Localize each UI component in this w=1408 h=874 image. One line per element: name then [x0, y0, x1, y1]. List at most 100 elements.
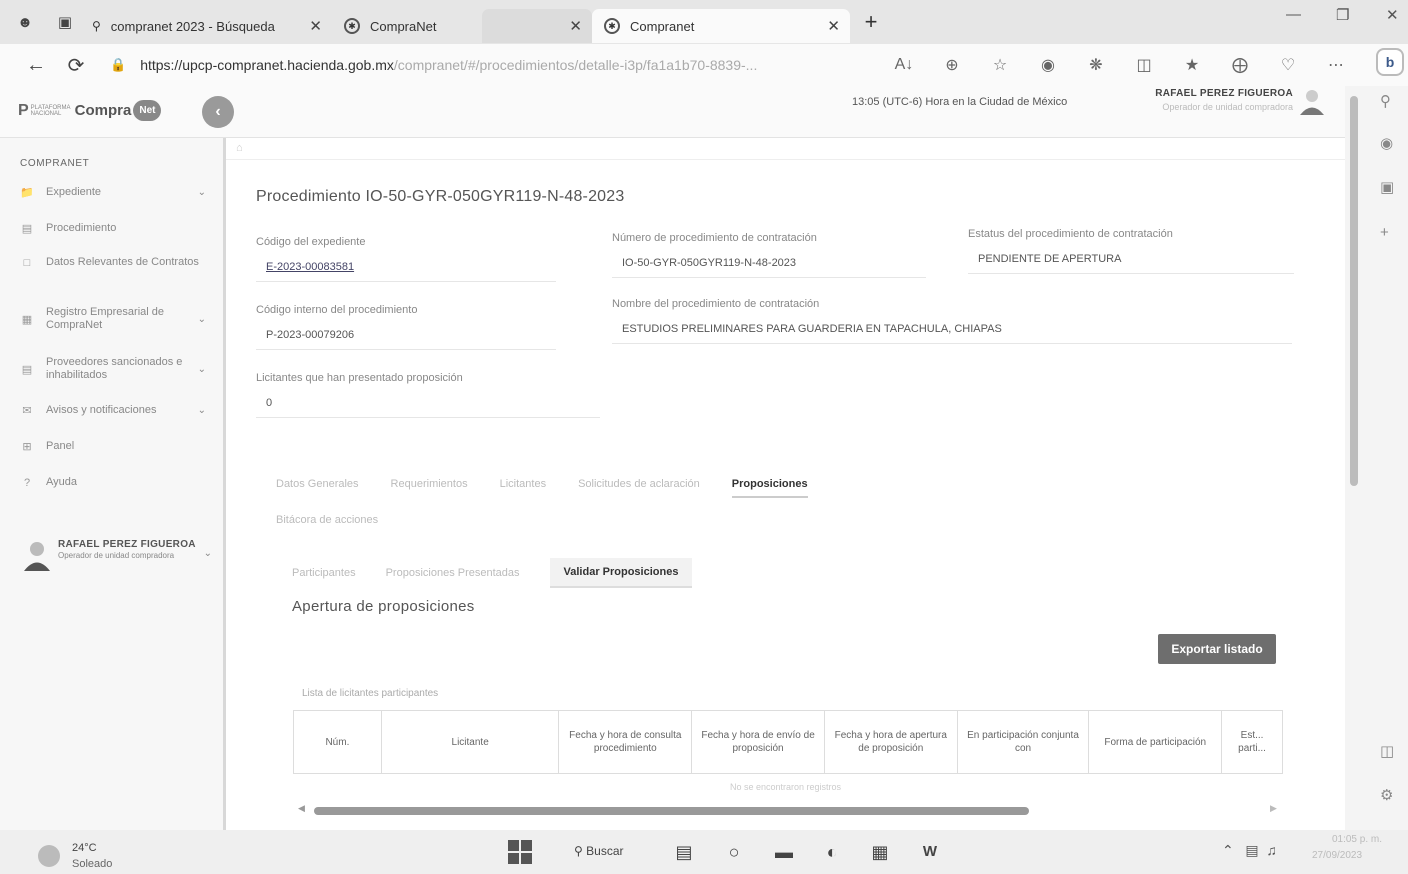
- tray-time: 01:05 p. m.: [1331, 834, 1382, 845]
- sidebar-user[interactable]: RAFAEL PEREZ FIGUEROA Operador de unidad…: [22, 538, 212, 572]
- tab-actions-icon[interactable]: ▣: [50, 7, 80, 37]
- sidebar-item-proveedores-sancionados[interactable]: ▤ Proveedores sancionados e inhabilitado…: [20, 356, 206, 382]
- scroll-left-icon[interactable]: ◀: [298, 803, 305, 814]
- chevron-up-icon[interactable]: ⌃: [1222, 842, 1234, 858]
- sidebar-item-panel[interactable]: ⊞ Panel: [20, 440, 206, 453]
- favorites-icon[interactable]: ★: [1168, 55, 1216, 75]
- close-window-icon[interactable]: ✕: [1386, 6, 1399, 24]
- windows-taskbar: 24°C Soleado ⚲ Buscar ▤ ○ ▬ ◐ ▦ W ⌃ ▤ ♫ …: [0, 830, 1408, 874]
- tab-requerimientos[interactable]: Requerimientos: [391, 478, 468, 498]
- tab-licitantes[interactable]: Licitantes: [500, 478, 546, 498]
- table-header: Licitante: [382, 711, 560, 773]
- mail-icon: ✉: [22, 405, 32, 417]
- subtab-participantes[interactable]: Participantes: [292, 567, 356, 579]
- close-icon[interactable]: ✕: [309, 17, 322, 35]
- search-icon: ⚲: [92, 19, 101, 33]
- sidebar-item-avisos[interactable]: ✉ Avisos y notificaciones ⌄: [20, 404, 206, 417]
- read-aloud-icon[interactable]: A↓: [880, 56, 928, 74]
- windows-start-icon[interactable]: [508, 840, 532, 864]
- minimize-icon[interactable]: —: [1286, 6, 1301, 23]
- tab-solicitudes-aclaracion[interactable]: Solicitudes de aclaración: [578, 478, 700, 498]
- browser-tab-active[interactable]: ✱ Compranet ✕: [592, 9, 850, 43]
- sun-icon[interactable]: [38, 845, 60, 867]
- address-bar: ← ⟳ 🔒 https://upcp-compranet.hacienda.go…: [0, 44, 1408, 86]
- sidebar-item-expediente[interactable]: 📁 Expediente ⌄: [20, 186, 206, 199]
- lock-icon: 🔒: [110, 57, 127, 72]
- network-icon[interactable]: ▤: [1245, 842, 1258, 858]
- site-icon: ✱: [344, 18, 360, 34]
- sidebar-item-datos-relevantes[interactable]: □ Datos Relevantes de Contratos: [20, 256, 206, 269]
- folder-icon[interactable]: ▬: [772, 840, 796, 864]
- chevron-down-icon: ⌄: [197, 405, 206, 416]
- copilot-icon[interactable]: b: [1376, 48, 1404, 76]
- empty-table-message: No se encontraron registros: [729, 782, 842, 792]
- table-header: Fecha y hora de consulta procedimiento: [559, 711, 693, 773]
- tray-date: 27/09/2023: [1312, 850, 1363, 861]
- close-icon[interactable]: ✕: [569, 17, 582, 35]
- zoom-icon[interactable]: ⊕: [928, 55, 976, 75]
- taskbar-search[interactable]: ⚲ Buscar: [574, 844, 624, 858]
- sidebar-toggle-icon[interactable]: ◫: [1380, 742, 1394, 760]
- restore-icon[interactable]: ❐: [1336, 6, 1349, 24]
- favorite-star-icon[interactable]: ☆: [976, 55, 1024, 75]
- url-field[interactable]: 🔒 https://upcp-compranet.hacienda.gob.mx…: [110, 57, 757, 73]
- browser-tab-blank[interactable]: ✕: [482, 9, 592, 43]
- volume-icon[interactable]: ♫: [1266, 842, 1277, 858]
- store-icon[interactable]: ▦: [868, 840, 892, 864]
- sidebar-item-procedimiento[interactable]: ▤ Procedimiento: [20, 222, 206, 235]
- vertical-scrollbar[interactable]: [1350, 96, 1358, 486]
- collections-icon[interactable]: ⨁: [1216, 55, 1264, 75]
- refresh-icon[interactable]: ⟳: [56, 53, 96, 78]
- chevron-down-icon: ⌄: [197, 363, 206, 375]
- table-header: En participación conjunta con: [958, 711, 1090, 773]
- office-icon[interactable]: ▣: [1380, 178, 1394, 196]
- add-icon[interactable]: +: [1380, 224, 1389, 241]
- tab-datos-generales[interactable]: Datos Generales: [276, 478, 359, 498]
- tab-bitacora[interactable]: Bitácora de acciones: [276, 514, 378, 526]
- tab-proposiciones[interactable]: Proposiciones: [731, 478, 808, 498]
- horizontal-scrollbar[interactable]: [314, 807, 1029, 815]
- more-icon[interactable]: ⋯: [1312, 55, 1360, 75]
- scroll-right-icon[interactable]: ▶: [1270, 803, 1277, 814]
- shopping-icon[interactable]: ◉: [1380, 134, 1393, 152]
- home-icon[interactable]: ⌂: [236, 142, 243, 154]
- collapse-sidebar-button[interactable]: ‹: [202, 96, 234, 128]
- weather-status: Soleado: [72, 858, 113, 870]
- chat-icon[interactable]: ○: [722, 840, 746, 864]
- sidebar-title: COMPRANET: [20, 158, 90, 169]
- list-icon: ▤: [21, 363, 33, 376]
- new-tab-icon[interactable]: +: [858, 9, 884, 35]
- edge-icon[interactable]: ◐: [820, 840, 844, 864]
- file-explorer-icon[interactable]: ▤: [672, 840, 696, 864]
- sidebar-user-name: RAFAEL PEREZ FIGUEROA: [58, 539, 196, 550]
- user-avatar-icon[interactable]: [1297, 86, 1327, 116]
- puzzle-icon[interactable]: ❋: [1072, 55, 1120, 75]
- extension-icon[interactable]: ◉: [1024, 55, 1072, 75]
- expediente-link[interactable]: E-2023-00083581: [256, 258, 556, 282]
- search-icon[interactable]: ⚲: [1380, 92, 1391, 110]
- system-tray[interactable]: ⌃ ▤ ♫: [1222, 842, 1277, 859]
- sidebar: COMPRANET 📁 Expediente ⌄ ▤ Procedimiento…: [0, 138, 226, 830]
- field-numero-procedimiento: Número de procedimiento de contratación …: [612, 232, 926, 278]
- compranet-logo[interactable]: P PLATAFORMA NACIONAL Compra Net: [18, 100, 162, 121]
- chevron-down-icon: ⌄: [203, 548, 212, 559]
- close-icon[interactable]: ✕: [827, 17, 840, 35]
- export-list-button[interactable]: Exportar listado: [1158, 634, 1276, 664]
- split-screen-icon[interactable]: ◫: [1120, 55, 1168, 75]
- sidebar-item-registro-empresarial[interactable]: ▦ Registro Empresarial de CompraNet ⌄: [20, 306, 206, 332]
- main-toolbar: ⌂: [226, 138, 1345, 160]
- sub-tabs: Participantes Proposiciones Presentadas …: [292, 558, 722, 588]
- browser-tab-compranet[interactable]: ✱ CompraNet: [332, 9, 482, 43]
- profile-icon[interactable]: ☻: [10, 7, 40, 37]
- main-content: ⌂ Procedimiento IO-50-GYR-050GYR119-N-48…: [226, 138, 1345, 830]
- main-tabs: Datos Generales Requerimientos Licitante…: [276, 478, 840, 498]
- back-icon[interactable]: ←: [16, 54, 56, 77]
- table-header: Forma de participación: [1089, 711, 1223, 773]
- browser-tab-search[interactable]: ⚲ compranet 2023 - Búsqueda ✕: [80, 9, 332, 43]
- subtab-validar-proposiciones[interactable]: Validar Proposiciones: [549, 558, 693, 588]
- word-icon[interactable]: W: [918, 840, 942, 864]
- settings-icon[interactable]: ⚙: [1380, 786, 1393, 804]
- subtab-proposiciones-presentadas[interactable]: Proposiciones Presentadas: [386, 567, 520, 579]
- sidebar-item-ayuda[interactable]: ? Ayuda: [20, 476, 206, 489]
- performance-icon[interactable]: ♡: [1264, 55, 1312, 75]
